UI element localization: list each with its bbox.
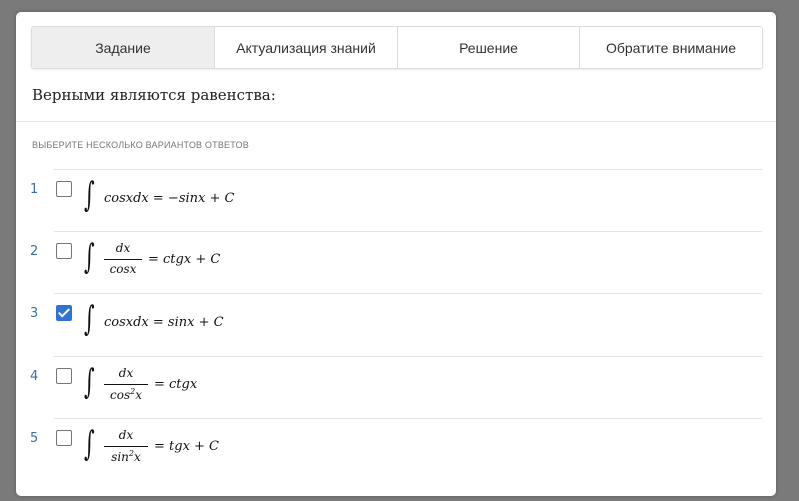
formula-text: cosxdx = −sinx + C <box>104 191 235 206</box>
option-5: 5 ∫ dx sin2x = tgx + C <box>16 418 776 480</box>
option-separator <box>54 418 762 419</box>
integral-sign: ∫ <box>84 175 95 215</box>
task-card: Задание Актуализация знаний Решение Обра… <box>16 12 776 496</box>
fraction-bar <box>104 446 148 447</box>
option-4: 4 ∫ dx cos2x = ctgx <box>16 356 776 418</box>
option-2-checkbox[interactable] <box>56 243 72 259</box>
answer-hint: ВЫБЕРИТЕ НЕСКОЛЬКО ВАРИАНТОВ ОТВЕТОВ <box>32 140 249 150</box>
denominator-base: sin <box>111 450 129 464</box>
integral-sign: ∫ <box>84 299 95 339</box>
denominator: cos2x <box>104 387 148 402</box>
tab-bar: Задание Актуализация знаний Решение Обра… <box>31 26 763 69</box>
denominator-var: x <box>134 450 141 464</box>
option-3-checkbox[interactable] <box>56 305 72 321</box>
option-number: 4 <box>30 369 39 384</box>
option-3: 3 ∫ cosxdx = sinx + C <box>16 293 776 355</box>
denominator-base: cos <box>110 388 131 402</box>
tab-solution[interactable]: Решение <box>397 27 579 68</box>
fraction-bar <box>104 259 142 260</box>
numerator: dx <box>118 428 134 442</box>
option-separator <box>54 293 762 294</box>
integral-sign: ∫ <box>84 424 95 464</box>
fraction: dx cosx <box>104 241 142 276</box>
fraction: dx cos2x <box>104 366 148 402</box>
integral-sign: ∫ <box>84 237 95 277</box>
option-separator <box>54 356 762 357</box>
option-separator <box>54 169 762 170</box>
option-number: 3 <box>30 306 39 321</box>
question-title: Верными являются равенства: <box>32 86 276 104</box>
tab-task[interactable]: Задание <box>32 27 214 68</box>
fraction-bar <box>104 384 148 385</box>
option-1-checkbox[interactable] <box>56 181 72 197</box>
formula-rest: = ctgx <box>154 377 198 392</box>
option-number: 2 <box>30 244 39 259</box>
tab-knowledge[interactable]: Актуализация знаний <box>214 27 397 68</box>
option-number: 5 <box>30 431 39 446</box>
fraction: dx sin2x <box>104 428 148 464</box>
option-5-checkbox[interactable] <box>56 430 72 446</box>
denominator: sin2x <box>104 449 148 464</box>
option-1: 1 ∫ cosxdx = −sinx + C <box>16 169 776 231</box>
option-separator <box>54 231 762 232</box>
option-2: 2 ∫ dx cosx = ctgx + C <box>16 231 776 293</box>
denominator: cosx <box>109 262 137 276</box>
numerator: dx <box>118 366 134 380</box>
tab-attention[interactable]: Обратите внимание <box>579 27 762 68</box>
formula-rest: = tgx + C <box>154 439 220 454</box>
option-4-checkbox[interactable] <box>56 368 72 384</box>
divider <box>16 121 776 122</box>
integral-sign: ∫ <box>84 362 95 402</box>
formula-rest: = ctgx + C <box>148 252 221 267</box>
formula-text: cosxdx = sinx + C <box>104 315 224 330</box>
denominator-var: x <box>135 388 142 402</box>
option-number: 1 <box>30 182 39 197</box>
numerator: dx <box>115 241 131 255</box>
